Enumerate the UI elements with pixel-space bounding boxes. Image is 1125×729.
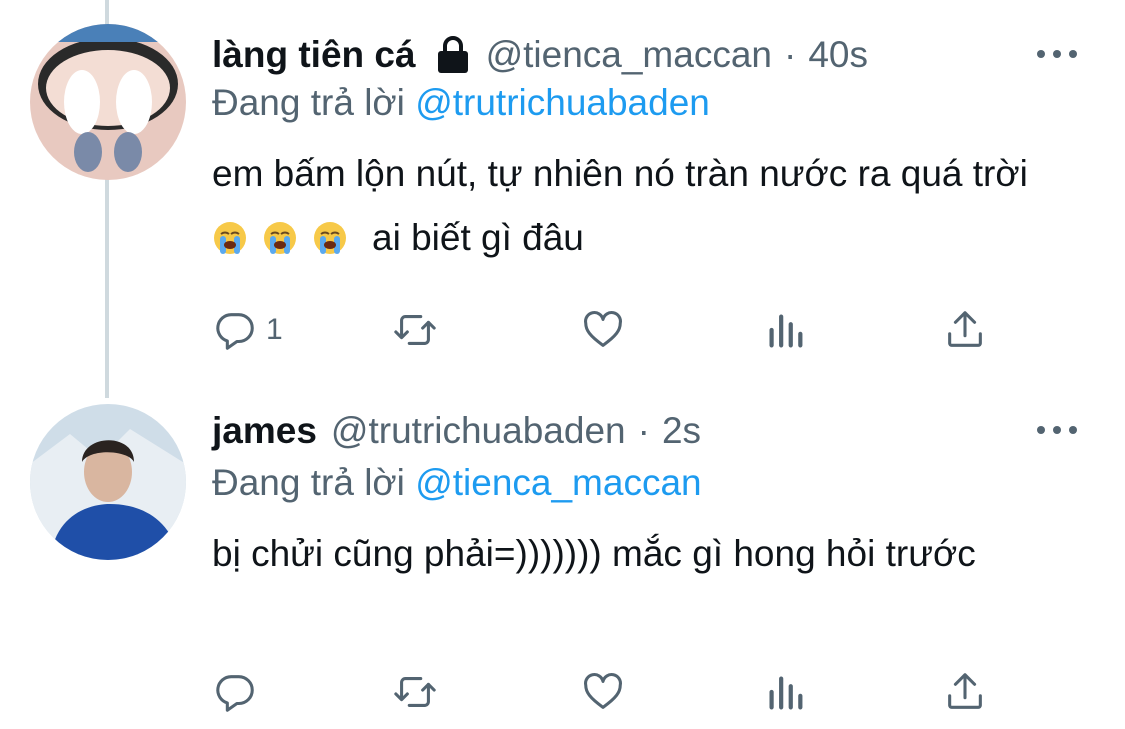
display-name[interactable]: làng tiên cá: [212, 34, 416, 76]
tweet-text: em bấm lộn nút, tự nhiên nó tràn nước ra…: [212, 142, 1072, 270]
avatar[interactable]: [30, 404, 186, 560]
share-button[interactable]: [942, 667, 988, 717]
action-bar: [212, 667, 1012, 717]
username[interactable]: @tienca_maccan: [486, 34, 772, 76]
analytics-button[interactable]: [762, 667, 808, 717]
retweet-button[interactable]: [392, 667, 438, 717]
like-icon: [584, 673, 622, 709]
tweet[interactable]: james @trutrichuabaden · 2s Đang trả lời…: [0, 390, 1125, 729]
separator-dot: ·: [784, 34, 797, 75]
loudly-crying-face-icon: [264, 222, 296, 254]
analytics-button[interactable]: [762, 305, 808, 355]
timestamp[interactable]: 40s: [808, 34, 868, 76]
replying-to-label: Đang trả lời: [212, 462, 405, 503]
replying-to-label: Đang trả lời: [212, 82, 405, 123]
action-bar: 1: [212, 305, 1012, 355]
share-icon: [948, 311, 982, 347]
replying-to: Đang trả lời @tienca_maccan: [212, 462, 702, 504]
reply-button[interactable]: 1: [212, 305, 283, 355]
loudly-crying-face-icon: [314, 222, 346, 254]
emoji-group: [212, 220, 348, 256]
replying-to: Đang trả lời @trutrichuabaden: [212, 82, 710, 124]
reply-icon: [216, 313, 254, 350]
analytics-icon: [769, 314, 803, 348]
more-icon[interactable]: [1037, 44, 1077, 64]
tweet-text-tail: ai biết gì đâu: [372, 217, 584, 258]
retweet-icon: [394, 315, 436, 345]
retweet-icon: [394, 677, 436, 707]
reply-icon: [216, 675, 254, 712]
tweet-text: bị chửi cũng phải=))))))) mắc gì hong hỏ…: [212, 533, 976, 574]
tweet[interactable]: làng tiên cá @tienca_maccan · 40s Đang t…: [0, 0, 1125, 390]
retweet-button[interactable]: [392, 305, 438, 355]
like-icon: [584, 311, 622, 347]
replying-to-mention[interactable]: @tienca_maccan: [415, 462, 701, 503]
replying-to-mention[interactable]: @trutrichuabaden: [415, 82, 710, 123]
tweet-text-main: em bấm lộn nút, tự nhiên nó tràn nước ra…: [212, 153, 1028, 194]
reply-button[interactable]: [212, 667, 266, 717]
like-button[interactable]: [580, 667, 626, 717]
username[interactable]: @trutrichuabaden: [331, 410, 626, 452]
analytics-icon: [769, 676, 803, 710]
tweet-header: làng tiên cá @tienca_maccan · 40s: [212, 30, 868, 80]
share-icon: [948, 673, 982, 709]
tweet-header: james @trutrichuabaden · 2s: [212, 406, 701, 456]
like-button[interactable]: [580, 305, 626, 355]
more-icon[interactable]: [1037, 420, 1077, 440]
separator-dot: ·: [637, 410, 650, 451]
lock-icon: [434, 35, 472, 75]
loudly-crying-face-icon: [214, 222, 246, 254]
timestamp[interactable]: 2s: [662, 410, 701, 452]
reply-count: 1: [266, 313, 283, 346]
display-name[interactable]: james: [212, 410, 317, 452]
share-button[interactable]: [942, 305, 988, 355]
avatar[interactable]: [30, 24, 186, 180]
